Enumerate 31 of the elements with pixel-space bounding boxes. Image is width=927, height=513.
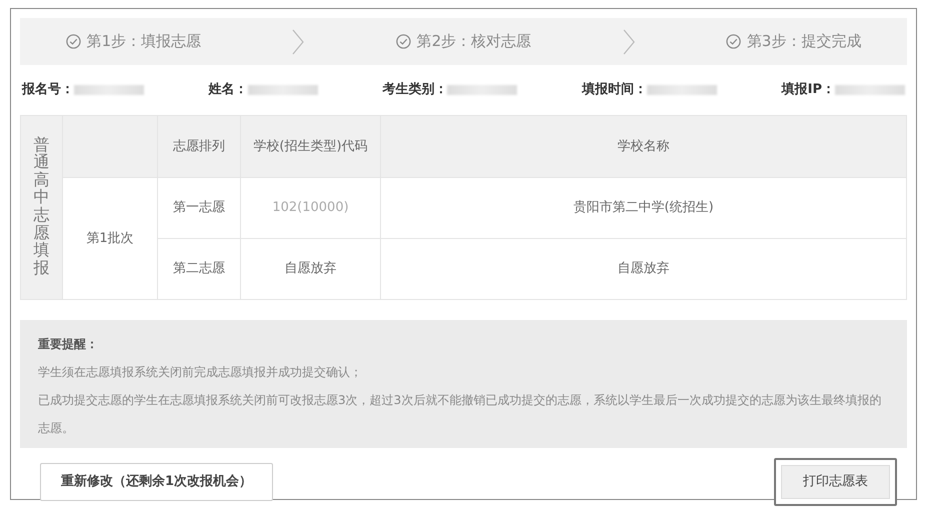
table-cell: 贵阳市第二中学(统招生) xyxy=(380,178,906,238)
redacted-value xyxy=(74,85,144,95)
info-label: 姓名： xyxy=(208,81,248,100)
column-header: 学校名称 xyxy=(380,116,906,178)
info-label: 填报IP： xyxy=(782,81,835,100)
section-title: 普通高中志愿填报 xyxy=(34,136,50,276)
redacted-value xyxy=(646,85,717,95)
redacted-value xyxy=(248,85,318,95)
redacted-value xyxy=(447,85,518,95)
info-label: 填报时间： xyxy=(582,81,647,100)
notice-text: 已成功提交志愿的学生在志愿填报系统关闭前可改报志愿3次，超过3次后就不能撤销已成功提交的志愿，系统以学生最后一次成功提交的志愿为该生最终填报的志愿。 xyxy=(38,392,882,437)
step-label: 第2步：核对志愿 xyxy=(416,31,532,52)
table-cell: 第二志愿 xyxy=(158,238,240,300)
batch-cell: 第1批次 xyxy=(62,178,158,300)
step-label: 第1步：填报志愿 xyxy=(86,31,202,52)
table-cell: 自愿放弃 xyxy=(240,238,380,300)
print-button[interactable]: 打印志愿表 xyxy=(774,458,897,506)
table-cell: 第一志愿 xyxy=(158,178,240,238)
table-cell: 102(10000) xyxy=(240,178,380,238)
redacted-value xyxy=(835,85,905,95)
notice-text: 学生须在志愿填报系统关闭前完成志愿填报并成功提交确认； xyxy=(38,364,363,381)
column-header: 志愿排列 xyxy=(158,116,240,178)
info-label: 考生类别： xyxy=(382,81,448,100)
table-cell: 自愿放弃 xyxy=(380,238,906,300)
column-header: 学校(招生类型)代码 xyxy=(240,116,380,178)
step-label: 第3步：提交完成 xyxy=(746,31,862,52)
info-label: 报名号： xyxy=(22,81,74,100)
chevron-icon xyxy=(292,28,304,54)
modify-button[interactable]: 重新修改（还剩余1次改报机会） xyxy=(40,463,274,500)
chevron-icon xyxy=(622,28,635,54)
notice-title: 重要提醒： xyxy=(38,336,99,353)
